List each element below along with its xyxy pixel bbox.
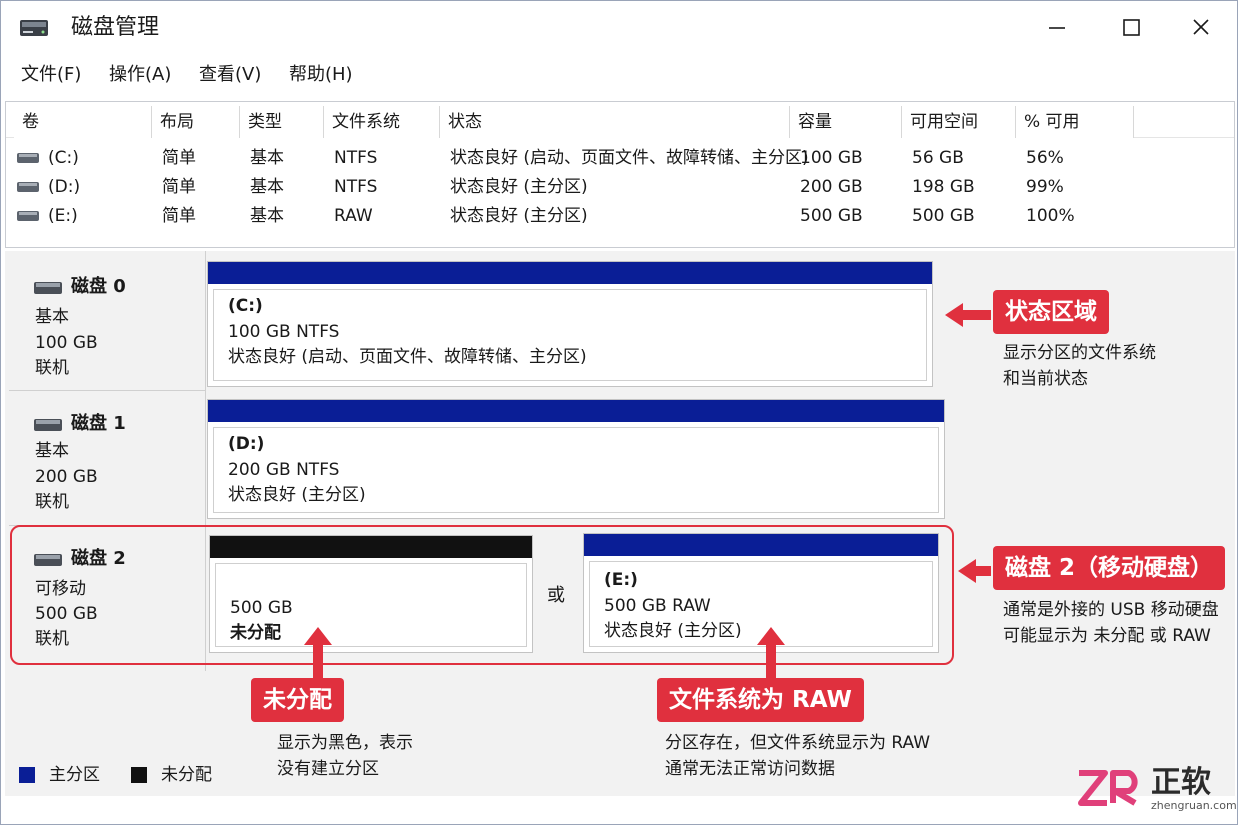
cell-status: 状态良好 (启动、页面文件、故障转储、主分区): [450, 148, 809, 168]
cell-free-space: 198 GB: [912, 177, 975, 197]
column-percent-free[interactable]: % 可用: [1016, 106, 1134, 138]
drive-icon: [17, 182, 39, 192]
note-unallocated-line2: 没有建立分区: [277, 759, 379, 779]
disk-state: 联机: [35, 492, 69, 512]
disk-management-window: 磁盘管理 文件(F) 操作(A) 查看(V) 帮助(H) 卷 布局 类型 文件系…: [0, 0, 1238, 825]
menu-file[interactable]: 文件(F): [21, 63, 81, 87]
column-header-row: 卷 布局 类型 文件系统 状态 容量 可用空间 % 可用: [6, 102, 1234, 138]
note-disk2-line2: 可能显示为 未分配 或 RAW: [1003, 626, 1211, 646]
menu-help[interactable]: 帮助(H): [289, 63, 353, 87]
legend-primary-swatch: [19, 767, 35, 783]
minimize-icon[interactable]: [1037, 9, 1077, 47]
note-status-area-line2: 和当前状态: [1003, 369, 1088, 389]
maximize-icon[interactable]: [1111, 9, 1151, 47]
cell-percent-free: 100%: [1026, 206, 1075, 226]
disk-state: 联机: [35, 358, 69, 378]
partition-status: 状态良好 (主分区): [228, 485, 366, 505]
legend-primary-label: 主分区: [49, 765, 100, 785]
note-disk2-line1: 通常是外接的 USB 移动硬盘: [1003, 600, 1219, 620]
disk-kind: 基本: [35, 441, 69, 461]
legend-unallocated-swatch: [131, 767, 147, 783]
title-bar: 磁盘管理: [1, 1, 1237, 55]
callout-disk2: 磁盘 2（移动硬盘）: [993, 546, 1226, 590]
menu-view[interactable]: 查看(V): [199, 63, 261, 87]
cell-free-space: 56 GB: [912, 148, 964, 168]
disk-icon: [34, 419, 62, 431]
disk-size: 200 GB: [35, 467, 98, 487]
disk-name: 磁盘 1: [71, 413, 126, 434]
disk-size: 100 GB: [35, 333, 98, 353]
partition-label: (D:): [228, 434, 265, 454]
cell-status: 状态良好 (主分区): [450, 206, 588, 226]
cell-filesystem: RAW: [334, 206, 373, 226]
cell-layout: 简单: [162, 206, 196, 226]
cell-type: 基本: [250, 177, 284, 197]
cell-filesystem: NTFS: [334, 148, 378, 168]
drive-icon: [17, 153, 39, 163]
note-raw-line1: 分区存在，但文件系统显示为 RAW: [665, 733, 931, 753]
cell-layout: 简单: [162, 177, 196, 197]
partition-body: (C:) 100 GB NTFS 状态良好 (启动、页面文件、故障转储、主分区): [213, 289, 927, 381]
callout-raw: 文件系统为 RAW: [657, 678, 864, 722]
cell-capacity: 500 GB: [800, 206, 863, 226]
note-status-area-line1: 显示分区的文件系统: [1003, 343, 1156, 363]
note-raw-line2: 通常无法正常访问数据: [665, 759, 835, 779]
disk-1-label[interactable]: 磁盘 1 基本 200 GB 联机: [9, 392, 205, 526]
cell-percent-free: 56%: [1026, 148, 1064, 168]
disk-management-icon: [20, 20, 48, 36]
partition-body: (D:) 200 GB NTFS 状态良好 (主分区): [213, 427, 939, 513]
window-title: 磁盘管理: [71, 15, 160, 40]
disk-name: 磁盘 0: [71, 276, 126, 297]
column-volume[interactable]: 卷: [14, 106, 152, 138]
cell-volume: (C:): [48, 148, 79, 168]
column-type[interactable]: 类型: [240, 106, 324, 138]
partition-d[interactable]: (D:) 200 GB NTFS 状态良好 (主分区): [207, 399, 945, 519]
watermark-site: zhengruan.com: [1151, 799, 1237, 812]
primary-partition-bar: [208, 400, 944, 422]
cell-type: 基本: [250, 206, 284, 226]
menu-action[interactable]: 操作(A): [109, 63, 171, 87]
partition-c[interactable]: (C:) 100 GB NTFS 状态良好 (启动、页面文件、故障转储、主分区): [207, 261, 933, 387]
cell-status: 状态良好 (主分区): [450, 177, 588, 197]
menu-bar: 文件(F) 操作(A) 查看(V) 帮助(H): [1, 57, 1237, 93]
primary-partition-bar: [208, 262, 932, 284]
drive-icon: [17, 211, 39, 221]
table-row[interactable]: (D:) 简单 基本 NTFS 状态良好 (主分区) 200 GB 198 GB…: [6, 172, 1234, 201]
table-row[interactable]: (C:) 简单 基本 NTFS 状态良好 (启动、页面文件、故障转储、主分区) …: [6, 143, 1234, 172]
cell-layout: 简单: [162, 148, 196, 168]
cell-capacity: 100 GB: [800, 148, 863, 168]
callout-unallocated: 未分配: [251, 678, 344, 722]
partition-detail: 100 GB NTFS: [228, 322, 340, 342]
callout-status-area: 状态区域: [993, 290, 1109, 334]
cell-capacity: 200 GB: [800, 177, 863, 197]
column-status[interactable]: 状态: [440, 106, 790, 138]
cell-free-space: 500 GB: [912, 206, 975, 226]
table-row[interactable]: (E:) 简单 基本 RAW 状态良好 (主分区) 500 GB 500 GB …: [6, 201, 1234, 230]
column-layout[interactable]: 布局: [152, 106, 240, 138]
cell-filesystem: NTFS: [334, 177, 378, 197]
note-unallocated-line1: 显示为黑色，表示: [277, 733, 413, 753]
legend-unallocated-label: 未分配: [161, 765, 212, 785]
disk-2-highlight-frame: [10, 525, 954, 665]
disk-kind: 基本: [35, 307, 69, 327]
watermark-brand: 正软: [1151, 765, 1211, 800]
partition-label: (C:): [228, 296, 263, 316]
column-free-space[interactable]: 可用空间: [902, 106, 1016, 138]
partition-status: 状态良好 (启动、页面文件、故障转储、主分区): [228, 347, 587, 367]
zr-logo: [1078, 770, 1138, 806]
volume-list[interactable]: 卷 布局 类型 文件系统 状态 容量 可用空间 % 可用 (C:) 简单 基本 …: [5, 101, 1235, 248]
cell-volume: (D:): [48, 177, 81, 197]
close-icon[interactable]: [1181, 9, 1221, 47]
cell-type: 基本: [250, 148, 284, 168]
disk-icon: [34, 282, 62, 294]
partition-detail: 200 GB NTFS: [228, 460, 340, 480]
column-capacity[interactable]: 容量: [790, 106, 902, 138]
cell-percent-free: 99%: [1026, 177, 1064, 197]
cell-volume: (E:): [48, 206, 78, 226]
disk-0-label[interactable]: 磁盘 0 基本 100 GB 联机: [9, 255, 205, 391]
column-filesystem[interactable]: 文件系统: [324, 106, 440, 138]
